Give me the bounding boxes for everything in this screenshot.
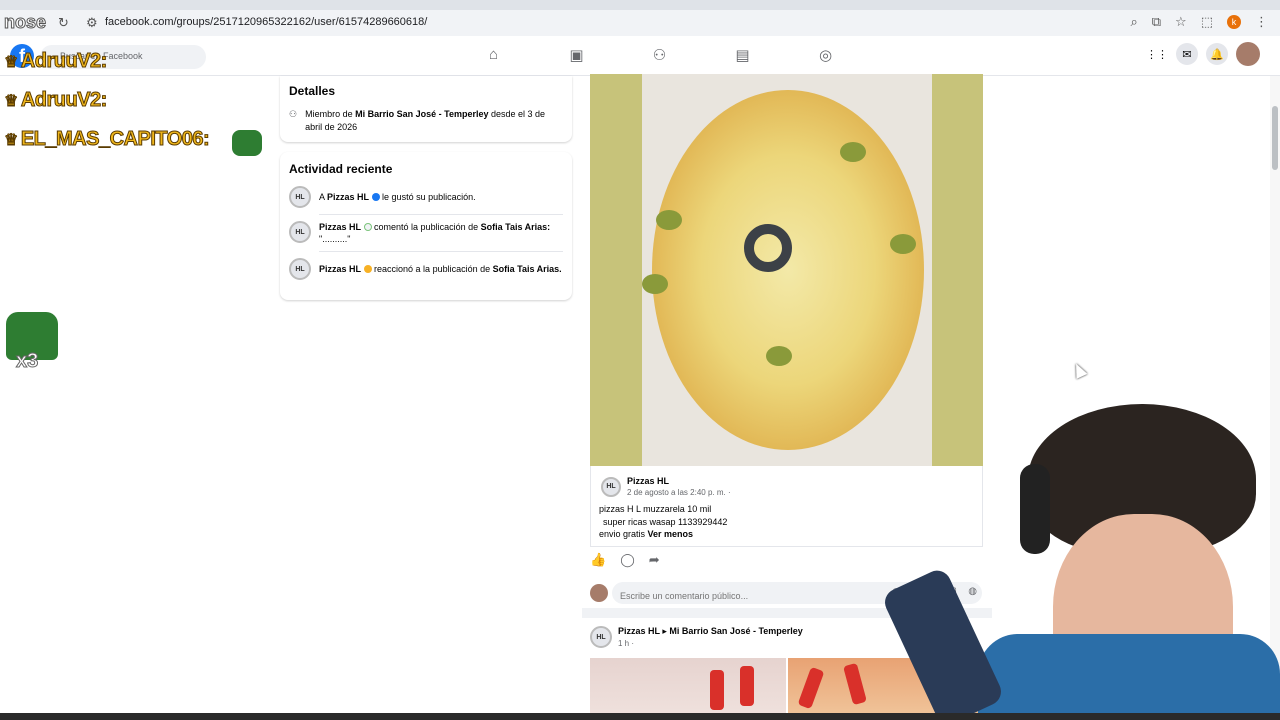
activity-item[interactable]: HL Pizzas HL comentó la publicación de S… xyxy=(289,221,563,245)
crown-icon: ♛ xyxy=(4,132,19,150)
bookmark-star-icon[interactable]: ☆ xyxy=(1175,14,1187,30)
frog-emote-icon xyxy=(232,130,262,156)
tomato-slice xyxy=(797,666,825,710)
group-members-icon: ⚇ xyxy=(289,109,298,119)
post-timestamp[interactable]: 2 de agosto a las 2:40 p. m. · xyxy=(627,488,731,497)
post-action-bar: 👍 ◯ ➦ xyxy=(590,552,660,568)
pizza xyxy=(652,90,924,450)
webcam-overlay xyxy=(880,404,1280,720)
tomato-slice xyxy=(710,670,724,710)
comment-icon xyxy=(363,223,372,231)
site-info-icon[interactable]: ⚙ xyxy=(86,15,98,31)
olive xyxy=(890,234,916,254)
install-icon[interactable]: ⧉ xyxy=(1152,14,1161,30)
see-less-link[interactable]: Ver menos xyxy=(648,529,694,539)
member-since-row: ⚇ Miembro de Mi Barrio San José - Temper… xyxy=(289,109,546,132)
headset-icon xyxy=(1020,464,1050,554)
crown-icon: ♛ xyxy=(4,93,19,111)
activity-item[interactable]: HL A Pizzas HL le gustó su publicación. xyxy=(289,186,563,208)
browser-tab-strip xyxy=(0,0,1280,10)
video-icon[interactable]: ▣ xyxy=(535,46,618,64)
post-timestamp[interactable]: 1 h · xyxy=(618,639,803,648)
scrollbar-thumb[interactable] xyxy=(1272,106,1278,170)
profile-avatar[interactable]: k xyxy=(1227,15,1241,29)
account-avatar[interactable] xyxy=(1236,42,1260,66)
comment-bubble-icon[interactable]: ◯ xyxy=(620,552,635,568)
browser-address-bar[interactable]: ↻ ⚙ facebook.com/groups/2517120965322162… xyxy=(0,10,1280,36)
messenger-icon[interactable]: ✉ xyxy=(1176,43,1198,65)
chat-username: EL_MAS_CAPITO06: xyxy=(20,128,210,151)
marketplace-icon[interactable]: ▤ xyxy=(701,46,784,64)
chat-message: ♛ EL_MAS_CAPITO06: xyxy=(4,128,211,151)
taskbar xyxy=(0,713,1280,720)
chat-username: AdruuV2: xyxy=(20,89,108,112)
like-icon[interactable]: 👍 xyxy=(590,552,606,568)
sad-reaction-icon xyxy=(363,265,372,273)
pizzas-hl-avatar[interactable]: HL xyxy=(289,221,311,243)
olive-slice xyxy=(744,224,792,272)
pizzas-hl-avatar[interactable]: HL xyxy=(289,258,311,280)
tomato-slice xyxy=(740,666,754,706)
tomato-slice xyxy=(843,662,867,706)
author-avatar[interactable]: HL xyxy=(601,476,621,497)
details-card: Detalles ⚇ Miembro de Mi Barrio San José… xyxy=(280,76,572,142)
post-author[interactable]: Pizzas HL xyxy=(618,626,660,636)
menu-grid-icon[interactable]: ⋮⋮ xyxy=(1146,43,1168,65)
facebook-header: f Buscar en Facebook ⌂ ▣ ⚇ ▤ ◎ ⋮⋮ ✉ 🔔 xyxy=(0,36,1280,76)
zoom-icon[interactable]: ⌕ xyxy=(1130,14,1137,30)
mouse-cursor-icon xyxy=(1070,361,1088,379)
post-author[interactable]: Pizzas HL xyxy=(627,476,731,486)
streamer-shirt xyxy=(978,634,1280,720)
divider xyxy=(319,251,563,252)
overlay-top-word: nose xyxy=(3,12,47,33)
author-avatar[interactable]: HL xyxy=(590,626,612,648)
extensions-icon[interactable]: ⬚ xyxy=(1201,14,1213,30)
details-title: Detalles xyxy=(289,84,336,98)
olive xyxy=(642,274,668,294)
post-photo[interactable] xyxy=(590,658,786,720)
emote-multiplier: x3 xyxy=(15,350,39,373)
recent-activity-title: Actividad reciente xyxy=(289,162,393,176)
facebook-main-nav: ⌂ ▣ ⚇ ▤ ◎ xyxy=(452,46,867,64)
chat-message: ♛ AdruuV2: xyxy=(4,50,108,73)
divider xyxy=(319,214,563,215)
reload-icon[interactable]: ↻ xyxy=(58,15,69,31)
post-text: pizzas H L muzzarela 10 mil super ricas … xyxy=(599,504,728,539)
olive xyxy=(656,210,682,230)
pizzas-hl-avatar[interactable]: HL xyxy=(289,186,311,208)
activity-item[interactable]: HL Pizzas HL reaccionó a la publicación … xyxy=(289,258,563,280)
home-icon[interactable]: ⌂ xyxy=(452,46,535,64)
notifications-bell-icon[interactable]: 🔔 xyxy=(1206,43,1228,65)
commenter-avatar xyxy=(590,584,608,602)
post-header: HL Pizzas HL ▸ Mi Barrio San José - Temp… xyxy=(590,626,803,648)
olive xyxy=(840,142,866,162)
group-link[interactable]: Mi Barrio San José - Temperley xyxy=(669,626,802,636)
olive xyxy=(766,346,792,366)
chat-message: ♛ AdruuV2: xyxy=(4,89,108,112)
post-header: HL Pizzas HL 2 de agosto a las 2:40 p. m… xyxy=(601,476,731,497)
group-link[interactable]: Mi Barrio San José - Temperley xyxy=(355,109,488,119)
gaming-icon[interactable]: ◎ xyxy=(784,46,867,64)
chat-username: AdruuV2: xyxy=(20,50,108,73)
friends-icon[interactable]: ⚇ xyxy=(618,46,701,64)
recent-activity-card: Actividad reciente HL A Pizzas HL le gus… xyxy=(280,152,572,300)
url-text[interactable]: facebook.com/groups/2517120965322162/use… xyxy=(105,16,427,28)
like-reaction-icon xyxy=(371,193,380,201)
browser-menu-icon[interactable]: ⋮ xyxy=(1255,14,1268,30)
share-icon[interactable]: ➦ xyxy=(649,552,660,568)
crown-icon: ♛ xyxy=(4,54,19,72)
